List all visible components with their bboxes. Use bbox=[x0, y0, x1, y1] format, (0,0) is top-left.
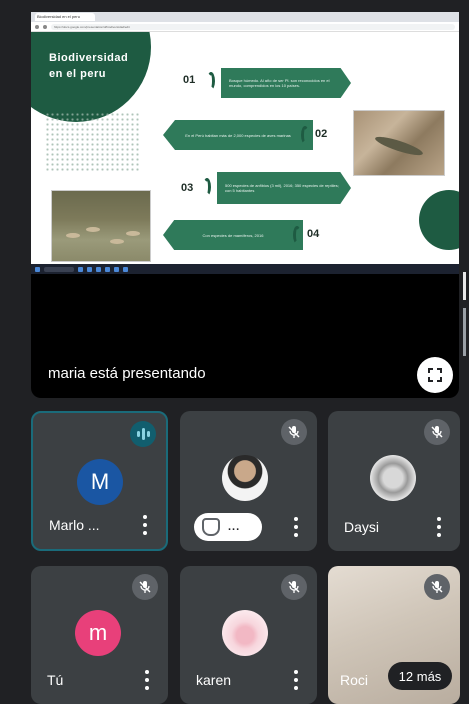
participant-name: Daysi bbox=[344, 519, 380, 535]
item-arrow: Bosque húmedo. Al año de ser Pl. son rec… bbox=[221, 68, 351, 98]
taskbar-app-icon bbox=[87, 266, 92, 272]
slide-title-line1: Biodiversidad bbox=[49, 52, 129, 64]
participant-name: Marlo ... bbox=[49, 517, 100, 533]
browser-tab: Biodiversidad en el peru bbox=[35, 13, 95, 21]
slide: Biodiversidad en el peru 01 Bosque húmed… bbox=[31, 32, 459, 264]
audio-level-icon bbox=[130, 421, 156, 447]
participant-name: karen bbox=[196, 672, 232, 688]
taskbar-app-icon bbox=[105, 266, 110, 272]
more-participants-button[interactable]: 12 más bbox=[388, 662, 452, 690]
reload-icon bbox=[43, 24, 47, 29]
mic-off-icon bbox=[424, 419, 450, 445]
more-options-button[interactable] bbox=[436, 517, 442, 537]
birds-photo bbox=[51, 190, 151, 262]
raised-hand-indicator: ... bbox=[194, 513, 262, 541]
avatar: m bbox=[75, 610, 121, 656]
item-text: 500 especies de anfibios (3 mil), 2016; … bbox=[225, 183, 339, 193]
item-text: Bosque húmedo. Al año de ser Pl. son rec… bbox=[229, 78, 330, 88]
mic-off-icon bbox=[281, 574, 307, 600]
meet-call-screen: Biodiversidad en el peru https://docs.go… bbox=[0, 0, 469, 704]
windows-taskbar bbox=[31, 264, 459, 274]
presenter-label: maria está presentando bbox=[48, 365, 206, 382]
lizard-photo bbox=[353, 110, 445, 176]
participant-name: Tú bbox=[47, 672, 64, 688]
slide-dot-pattern bbox=[45, 112, 140, 172]
item-arrow: En el Perú habitan más de 2,000 especies… bbox=[163, 120, 313, 150]
presentation-stage[interactable]: Biodiversidad en el peru https://docs.go… bbox=[31, 12, 459, 398]
participant-tile-rocio[interactable]: Roci 12 más bbox=[328, 566, 460, 704]
fullscreen-icon bbox=[428, 368, 442, 382]
taskbar-app-icon bbox=[123, 266, 128, 272]
taskbar-app-icon bbox=[114, 266, 119, 272]
browser-tab-bar: Biodiversidad en el peru bbox=[31, 12, 459, 22]
item-number: 04 bbox=[307, 228, 320, 240]
bracket-shape bbox=[301, 126, 309, 144]
participant-name: ... bbox=[228, 521, 241, 533]
slide-title: Biodiversidad en el peru bbox=[49, 50, 159, 82]
participant-tile-self[interactable]: m Tú bbox=[31, 566, 168, 704]
item-arrow: 500 especies de anfibios (3 mil), 2016; … bbox=[217, 172, 351, 204]
mic-off-icon bbox=[281, 419, 307, 445]
fullscreen-button[interactable] bbox=[417, 357, 453, 393]
back-icon bbox=[35, 24, 39, 29]
avatar: M bbox=[77, 459, 123, 505]
bracket-shape bbox=[207, 72, 215, 90]
taskbar-app-icon bbox=[96, 266, 101, 272]
mic-off-icon bbox=[424, 574, 450, 600]
item-text: Con especies de mamíferos, 2016 bbox=[202, 232, 264, 238]
slide-circle-shape bbox=[419, 190, 459, 250]
avatar bbox=[222, 610, 268, 656]
address-field: https://docs.google.com/presentation/d/b… bbox=[51, 23, 455, 30]
bracket-shape bbox=[293, 226, 301, 244]
more-options-button[interactable] bbox=[293, 517, 299, 537]
avatar bbox=[370, 455, 416, 501]
shared-screen: Biodiversidad en el peru https://docs.go… bbox=[31, 12, 459, 274]
mic-off-icon bbox=[132, 574, 158, 600]
participant-tile-karen[interactable]: karen bbox=[180, 566, 317, 704]
bracket-shape bbox=[203, 178, 211, 196]
taskbar-search bbox=[44, 266, 74, 272]
participant-tile-raised-hand[interactable]: ... bbox=[180, 411, 317, 551]
edge-marker bbox=[463, 308, 466, 356]
slide-title-line2: en el peru bbox=[49, 68, 106, 80]
item-number: 01 bbox=[183, 74, 196, 86]
item-number: 03 bbox=[181, 182, 194, 194]
more-options-button[interactable] bbox=[293, 670, 299, 690]
windows-start-icon bbox=[35, 266, 40, 272]
avatar bbox=[222, 455, 268, 501]
item-arrow: Con especies de mamíferos, 2016 bbox=[163, 220, 303, 250]
participant-name: Roci bbox=[340, 672, 369, 688]
edge-marker bbox=[463, 272, 466, 300]
item-number: 02 bbox=[315, 128, 328, 140]
taskbar-app-icon bbox=[78, 266, 83, 272]
participant-tile-daysi[interactable]: Daysi bbox=[328, 411, 460, 551]
raised-hand-icon bbox=[202, 518, 220, 536]
participant-tile-marlo[interactable]: M Marlo ... bbox=[31, 411, 168, 551]
more-options-button[interactable] bbox=[144, 670, 150, 690]
more-options-button[interactable] bbox=[142, 515, 148, 535]
browser-address-bar: https://docs.google.com/presentation/d/b… bbox=[31, 22, 459, 32]
item-text: En el Perú habitan más de 2,000 especies… bbox=[185, 132, 291, 138]
